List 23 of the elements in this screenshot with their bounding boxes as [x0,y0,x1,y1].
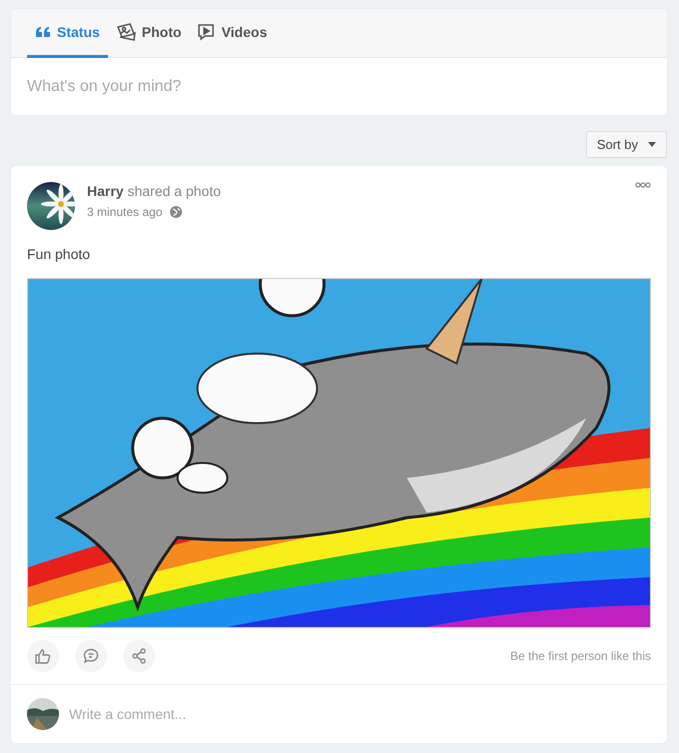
like-button[interactable] [27,640,59,672]
speech-bubble-icon [83,648,99,664]
post-text: Fun photo [27,246,92,262]
user-avatar [27,698,59,730]
share-button[interactable] [123,640,155,672]
thumbs-up-icon [35,648,51,664]
post-action: shared a photo [127,183,221,199]
status-field[interactable]: What's on your mind? [11,58,667,115]
sort-button[interactable]: Sort by [586,131,667,158]
tab[interactable]: Photo [108,9,190,58]
author-name[interactable]: Harry [87,183,124,199]
more-icon[interactable] [635,182,651,188]
status-input[interactable]: What's on your mind? [27,76,651,98]
avatar [27,182,75,230]
comment-button[interactable] [75,640,107,672]
caret-icon [648,142,656,147]
tab[interactable]: Videos [189,9,276,58]
photo-icon [116,23,136,41]
post-time: 3 minutes ago [87,205,162,219]
video-icon [197,23,216,41]
likes-text: Be the first person like this [510,649,651,663]
quote-icon [35,26,51,38]
share-icon [131,648,147,664]
